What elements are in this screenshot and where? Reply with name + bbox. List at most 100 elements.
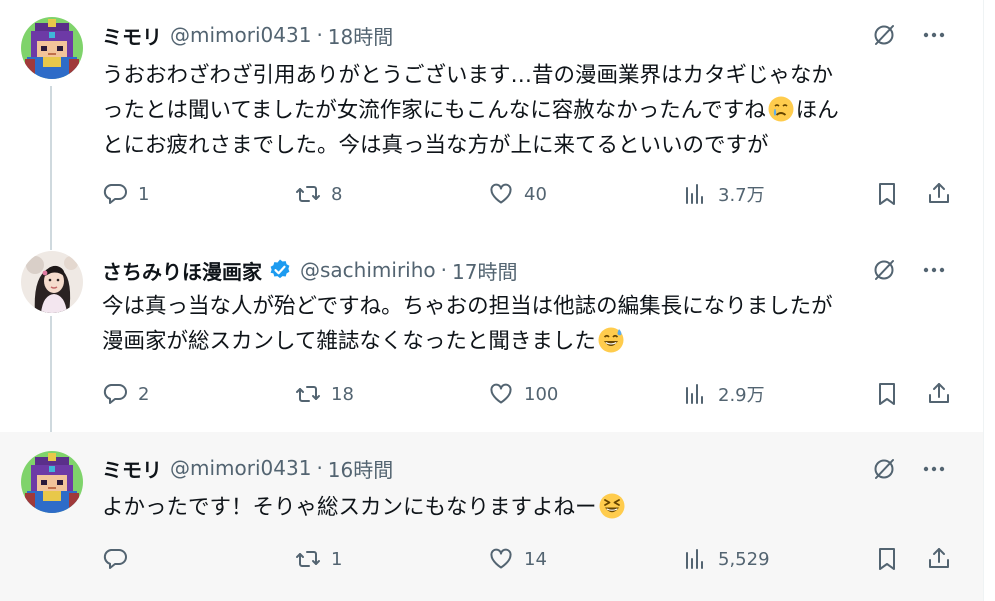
tweet-header: ミモリ @mimori0431 · 18時間 [102,21,393,49]
repost-button[interactable]: 8 [295,181,342,207]
timestamp[interactable]: 18時間 [328,21,393,50]
share-button[interactable] [926,381,952,407]
tweet-text: 今は真っ当な人が殆どですね。ちゃおの担当は他誌の編集長になりましたが 漫画家が総… [102,289,962,359]
tweet-header: ミモリ @mimori0431 · 16時間 [102,454,393,482]
tweet-action-bar: 1 8 40 3.7万 [102,181,955,211]
separator-dot: · [316,456,323,480]
grok-icon[interactable] [871,22,897,48]
views-chart-icon [686,549,703,569]
display-name[interactable]: ミモリ [102,21,162,50]
reply-count: 2 [138,383,150,405]
like-count: 40 [524,183,547,205]
timestamp[interactable]: 16時間 [328,454,393,483]
more-options-icon[interactable] [921,22,947,48]
photo-avatar-icon [21,251,83,313]
reply-icon [103,384,127,404]
separator-dot: · [316,23,323,47]
reply-button[interactable]: 1 [102,181,149,207]
tweet-text-line: 漫画家が総スカンして雑誌なくなったと聞きました [102,324,962,359]
views-count: 2.9万 [718,385,765,406]
tweet-text: うおおわざわざ引用ありがとうございます…昔の漫画業界はカタギじゃなか ったとは聞… [102,58,962,163]
views-button[interactable]: 2.9万 [682,381,765,407]
tweet-top-actions [871,456,947,482]
like-button[interactable]: 40 [488,181,547,207]
user-avatar[interactable] [21,451,83,513]
display-name[interactable]: ミモリ [102,454,162,483]
heart-icon [490,183,512,204]
more-options-icon[interactable] [921,456,947,482]
repost-icon [296,386,320,402]
share-icon [929,383,949,403]
reply-button[interactable] [102,546,138,572]
tweet-text-segment: よかったです！そりゃ総スカンにもなりますよねー [102,495,597,520]
reply-button[interactable]: 2 [102,381,149,407]
separator-dot: · [440,258,447,282]
tweet-header: さちみりほ漫画家 @sachimiriho · 17時間 [102,256,517,284]
share-icon [929,548,949,568]
bookmark-button[interactable] [874,181,900,207]
squinting-laugh-emoji-icon [598,492,626,520]
tweet-focused[interactable]: ミモリ @mimori0431 · 16時間 よかったです！そりゃ総スカンにもな… [0,432,983,601]
heart-icon [490,383,512,404]
views-button[interactable]: 5,529 [682,546,770,572]
views-chart-icon [686,384,703,404]
user-avatar[interactable] [21,251,83,313]
like-count: 100 [524,383,559,405]
like-count: 14 [524,548,547,570]
tweet-action-bar: 1 14 5,529 [102,546,955,576]
bookmark-icon [879,383,895,405]
repost-icon [296,186,320,202]
bookmark-button[interactable] [874,546,900,572]
tweet-text-line: とにお疲れさまでした。今は真っ当な方が上に来てるといいのですが [102,133,769,158]
tweet-text-segment: ほん [795,98,839,123]
tweet[interactable]: さちみりほ漫画家 @sachimiriho · 17時間 今は真っ当な人が殆どで… [0,232,983,432]
tweet[interactable]: ミモリ @mimori0431 · 18時間 うおおわざわざ引用ありがとうござい… [0,0,983,232]
pixel-knight-avatar-icon [21,17,83,79]
bookmark-icon [879,183,895,205]
grok-icon[interactable] [871,456,897,482]
grok-icon[interactable] [871,257,897,283]
tweet-action-bar: 2 18 100 2.9万 [102,381,955,411]
pixel-knight-avatar-icon [21,451,83,513]
like-button[interactable]: 14 [488,546,547,572]
views-count: 3.7万 [718,185,765,206]
repost-button[interactable]: 18 [295,381,354,407]
views-chart-icon [686,184,703,204]
heart-icon [490,548,512,569]
crying-face-emoji-icon [767,95,795,123]
tweet-text-line: ったとは聞いてましたが女流作家にもこんなに容赦なかったんですね ほん [102,93,962,128]
tweet-text-line: よかったです！そりゃ総スカンにもなりますよねー [102,490,962,525]
repost-count: 1 [331,548,343,570]
repost-count: 18 [331,383,354,405]
timestamp[interactable]: 17時間 [452,256,517,285]
share-button[interactable] [926,546,952,572]
display-name[interactable]: さちみりほ漫画家 [102,256,262,285]
share-icon [929,183,949,203]
repost-button[interactable]: 1 [295,546,342,572]
reply-icon [103,549,127,569]
tweet-top-actions [871,22,947,48]
bookmark-button[interactable] [874,381,900,407]
conversation-thread: ミモリ @mimori0431 · 18時間 うおおわざわざ引用ありがとうござい… [0,0,984,601]
tweet-text-segment: 漫画家が総スカンして雑誌なくなったと聞きました [102,329,596,354]
tweet-text-line: うおおわざわざ引用ありがとうございます…昔の漫画業界はカタギじゃなか [102,63,834,88]
user-handle[interactable]: @mimori0431 [170,456,311,480]
tweet-text-segment: ったとは聞いてましたが女流作家にもこんなに容赦なかったんですね [102,98,766,123]
like-button[interactable]: 100 [488,381,558,407]
tweet-text: よかったです！そりゃ総スカンにもなりますよねー [102,490,962,525]
share-button[interactable] [926,181,952,207]
reply-icon [103,184,127,204]
user-handle[interactable]: @mimori0431 [170,23,311,47]
tweet-top-actions [871,257,947,283]
verified-badge-icon [268,258,292,282]
views-button[interactable]: 3.7万 [682,181,765,207]
grinning-sweat-emoji-icon [597,326,625,354]
user-handle[interactable]: @sachimiriho [300,258,436,282]
views-count: 5,529 [718,548,770,570]
user-avatar[interactable] [21,17,83,79]
bookmark-icon [879,548,895,570]
more-options-icon[interactable] [921,257,947,283]
reply-count: 1 [138,183,150,205]
repost-icon [296,551,320,567]
repost-count: 8 [331,183,343,205]
